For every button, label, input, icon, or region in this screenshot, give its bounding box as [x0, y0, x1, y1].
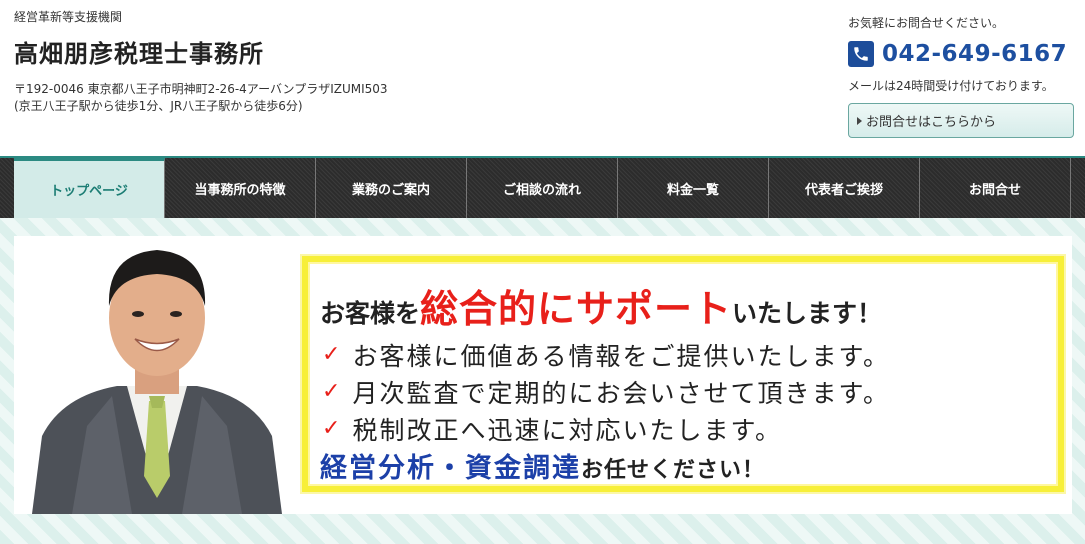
global-nav: トップページ 当事務所の特徴 業務のご案内 ご相談の流れ 料金一覧 代表者ご挨拶… [0, 156, 1085, 218]
address-line: 〒192-0046 東京都八王子市明神町2-26-4アーバンプラザIZUMI50… [14, 82, 388, 96]
representative-photo [32, 250, 282, 514]
closing-emphasis: 経営分析・資金調達 [320, 453, 581, 484]
contact-button-label: お問合せはこちらから [866, 115, 997, 130]
nav-item-contact[interactable]: お問合せ [920, 158, 1071, 218]
tagline: 経営革新等支援機関 [14, 10, 123, 24]
phone-row: 042-649-6167 [848, 41, 1076, 67]
nav-item-top[interactable]: トップページ [14, 158, 165, 218]
access-line: (京王八王子駅から徒歩1分、JR八王子駅から徒歩6分) [14, 99, 303, 113]
checkmark-icon: ✓ [322, 416, 343, 441]
closing-suffix: お任せください！ [581, 458, 766, 483]
benefit-list: ✓ お客様に価値ある情報をご提供いたします。 ✓ 月次監査で定期的にお会いさせて… [322, 336, 890, 447]
phone-number[interactable]: 042-649-6167 [882, 41, 1067, 67]
nav-item-greeting[interactable]: 代表者ご挨拶 [769, 158, 920, 218]
phone-icon [848, 41, 874, 67]
contact-button[interactable]: お問合せはこちらから [848, 103, 1074, 138]
contact-box: お気軽にお問合せください。 042-649-6167 メールは24時間受け付けて… [848, 14, 1076, 138]
headline: お客様を総合的にサポートいたします！ [320, 278, 882, 333]
headline-emphasis: 総合的にサポート [420, 287, 733, 331]
nav-item-services[interactable]: 業務のご案内 [316, 158, 467, 218]
mail-note: メールは24時間受け付けております。 [848, 79, 1054, 93]
benefit-item: ✓ 税制改正へ迅速に対応いたします。 [322, 410, 890, 447]
nav-item-features[interactable]: 当事務所の特徴 [165, 158, 316, 218]
contact-note: お気軽にお問合せください。 [848, 16, 1005, 30]
checkmark-icon: ✓ [322, 342, 343, 367]
site-header: 経営革新等支援機関 高畑朋彦税理士事務所 〒192-0046 東京都八王子市明神… [0, 0, 1085, 156]
triangle-right-icon [857, 116, 862, 125]
nav-item-fees[interactable]: 料金一覧 [618, 158, 769, 218]
site-title[interactable]: 高畑朋彦税理士事務所 [14, 34, 264, 69]
benefit-text: 月次監査で定期的にお会いさせて頂きます。 [352, 378, 890, 408]
benefit-text: 税制改正へ迅速に対応いたします。 [352, 415, 782, 445]
benefit-text: お客様に価値ある情報をご提供いたします。 [352, 341, 890, 371]
message-banner: お客様を総合的にサポートいたします！ ✓ お客様に価値ある情報をご提供いたします… [302, 256, 1064, 492]
hero-banner: お客様を総合的にサポートいたします！ ✓ お客様に価値ある情報をご提供いたします… [14, 236, 1072, 514]
headline-suffix: いたします！ [732, 299, 883, 328]
headline-prefix: お客様を [320, 299, 421, 328]
benefit-item: ✓ 月次監査で定期的にお会いさせて頂きます。 [322, 373, 890, 410]
checkmark-icon: ✓ [322, 379, 343, 404]
nav-item-consultation-flow[interactable]: ご相談の流れ [467, 158, 618, 218]
address: 〒192-0046 東京都八王子市明神町2-26-4アーバンプラザIZUMI50… [14, 81, 388, 115]
benefit-item: ✓ お客様に価値ある情報をご提供いたします。 [322, 336, 890, 373]
closing-line: 経営分析・資金調達お任せください！ [320, 446, 765, 485]
